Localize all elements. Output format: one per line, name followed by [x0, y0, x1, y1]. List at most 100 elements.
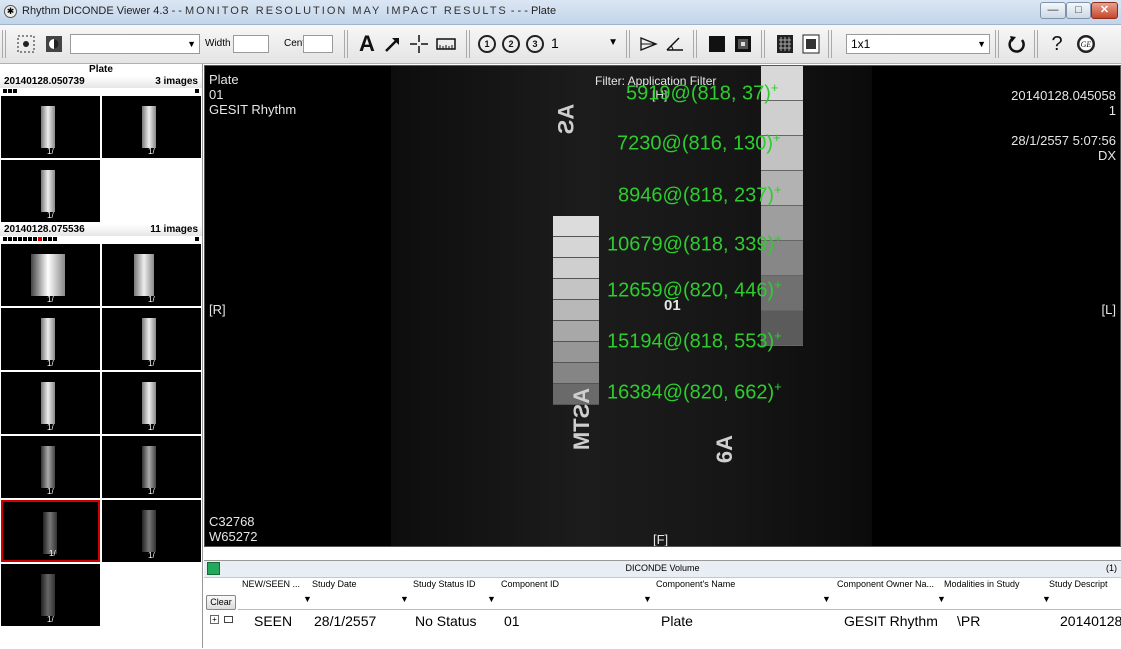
ruler-icon[interactable]	[434, 31, 458, 57]
thumbnail[interactable]: 1/	[1, 372, 100, 434]
contrast-icon[interactable]	[42, 31, 66, 57]
zoom-1x-icon[interactable]: 1	[476, 31, 498, 57]
pixel-measurement[interactable]: 16384@(820, 662)+	[607, 379, 782, 405]
reset-icon[interactable]	[1005, 31, 1029, 57]
series-sidebar: Plate 20140128.050739 3 images 1/ 1/ 1/ …	[0, 64, 203, 648]
filter-icon[interactable]: ▼	[400, 595, 409, 604]
filter-icon[interactable]: ▼	[1042, 595, 1051, 604]
plate-preview	[41, 446, 55, 488]
arrow-annotation-icon[interactable]	[382, 31, 404, 57]
column-header-new-seen[interactable]: NEW/SEEN ...	[242, 579, 300, 593]
thumbnail[interactable]: 1/	[1, 244, 100, 306]
crosshair-icon[interactable]	[408, 31, 430, 57]
measurement-coords: (820, 662)	[682, 381, 775, 404]
preset-select[interactable]: ▼	[70, 34, 200, 54]
invert-icon[interactable]	[732, 31, 754, 57]
expand-icon[interactable]: +	[210, 615, 219, 624]
series-progress-bar	[0, 88, 202, 96]
clear-filter-button[interactable]: Clear	[206, 595, 236, 610]
plate-preview	[41, 106, 55, 148]
thumbnail[interactable]: 1/	[102, 96, 201, 158]
thumbnail[interactable]: 1/	[102, 500, 201, 562]
pixel-measurement[interactable]: 7230@(816, 130)+	[617, 130, 781, 156]
plate-preview	[142, 510, 156, 552]
thumbnail-selected[interactable]: 1/	[1, 500, 100, 562]
close-button[interactable]: ✕	[1091, 2, 1118, 19]
thumbnail-empty	[102, 564, 201, 626]
cell-component-id[interactable]: 01	[504, 613, 520, 629]
filter-icon[interactable]: ▼	[303, 595, 312, 604]
thumbnail[interactable]: 1/	[102, 244, 201, 306]
volume-count: (1)	[1106, 563, 1117, 573]
flip-icon[interactable]	[638, 31, 660, 57]
zoom-3x-icon[interactable]: 3	[524, 31, 546, 57]
plate-preview	[41, 170, 55, 212]
column-header-owner-name[interactable]: Component Owner Na...	[837, 579, 934, 593]
plate-preview	[142, 382, 156, 424]
thumbnail[interactable]: 1/	[102, 372, 201, 434]
pixel-measurement[interactable]: 8946@(818, 237)+	[618, 182, 782, 208]
cell-component-name[interactable]: Plate	[661, 613, 693, 629]
help-button[interactable]: ?	[1046, 31, 1068, 57]
filter-icon[interactable]: ▼	[822, 595, 831, 604]
filter-icon[interactable]: ▼	[643, 595, 652, 604]
toolbar-grip	[2, 30, 6, 58]
angle-icon[interactable]	[664, 31, 686, 57]
series-header[interactable]: 20140128.075536 11 images	[0, 224, 202, 236]
width-label: Width	[205, 38, 231, 49]
thumbnail[interactable]: 1/	[1, 308, 100, 370]
minimize-button[interactable]: —	[1040, 2, 1066, 19]
image-viewport[interactable]: ƧA MTƧA 6A Plate 01 GESIT Rhythm Filter:…	[204, 65, 1121, 547]
pixel-measurement[interactable]: 5919@(818, 37)+	[626, 80, 778, 106]
ge-logo-icon[interactable]: GE	[1074, 31, 1098, 57]
pixel-measurement[interactable]: 15194@(818, 553)+	[607, 328, 782, 354]
column-header-study-description[interactable]: Study Descript	[1049, 579, 1108, 593]
etched-mark: ƧA	[553, 103, 579, 135]
window-title: Rhythm DICONDE Viewer 4.3 - - MONITOR RE…	[22, 5, 556, 17]
toolbar-separator	[466, 30, 470, 58]
column-header-study-status[interactable]: Study Status ID	[413, 579, 476, 593]
pixel-measurement[interactable]: 10679@(818, 339)+	[607, 231, 782, 257]
crosshair-icon: +	[774, 277, 782, 292]
image-layout-icon[interactable]	[800, 31, 822, 57]
column-header-study-date[interactable]: Study Date	[312, 579, 357, 593]
column-header-component-name[interactable]: Component's Name	[656, 579, 735, 593]
thumbnail[interactable]: 1/	[1, 564, 100, 626]
pixel-measurement[interactable]: 12659@(820, 446)+	[607, 277, 782, 303]
plate-preview	[41, 382, 55, 424]
width-input[interactable]	[233, 35, 269, 53]
volume-browser: DICONDE Volume (1) NEW/SEEN ... Study Da…	[204, 560, 1121, 649]
center-input[interactable]	[303, 35, 333, 53]
cell-study-description[interactable]: 20140128	[1060, 613, 1121, 629]
thumbnail[interactable]: 1/	[102, 436, 201, 498]
series-indicator-icon	[3, 237, 57, 241]
filter-icon[interactable]: ▼	[937, 595, 946, 604]
cell-owner-name[interactable]: GESIT Rhythm	[844, 613, 938, 629]
series-layout-icon[interactable]	[774, 31, 796, 57]
black-fill-icon[interactable]	[706, 31, 728, 57]
column-header-component-id[interactable]: Component ID	[501, 579, 559, 593]
chevron-down-icon: ▼	[608, 37, 618, 48]
thumbnail[interactable]: 1/	[102, 308, 201, 370]
maximize-button[interactable]: □	[1066, 2, 1091, 19]
cell-new-seen[interactable]: SEEN	[254, 613, 292, 629]
layout-select[interactable]: 1x1 ▼	[846, 34, 990, 54]
cell-study-status[interactable]: No Status	[415, 613, 476, 629]
series-header[interactable]: 20140128.050739 3 images	[0, 76, 202, 88]
thumbnail[interactable]: 1/	[1, 436, 100, 498]
thumbnail[interactable]: 1/	[1, 160, 100, 222]
thumbnail-number: 1/	[47, 615, 54, 624]
zoom-2x-icon[interactable]: 2	[500, 31, 522, 57]
filter-icon[interactable]: ▼	[487, 595, 496, 604]
column-header-modalities[interactable]: Modalities in Study	[944, 579, 1020, 593]
step-wedge-left	[553, 216, 599, 405]
thumbnail-number: 1/	[148, 147, 155, 156]
cell-modalities[interactable]: \PR	[957, 613, 980, 629]
cell-study-date[interactable]: 28/1/2557	[314, 613, 376, 629]
series-name: 20140128.050739	[4, 76, 85, 87]
zoom-select[interactable]: 1 ▼	[547, 34, 621, 54]
brightness-icon[interactable]	[14, 31, 38, 57]
text-annotation-tool[interactable]: A	[356, 31, 378, 57]
thumbnail[interactable]: 1/	[1, 96, 100, 158]
series-end-marker	[195, 237, 199, 241]
